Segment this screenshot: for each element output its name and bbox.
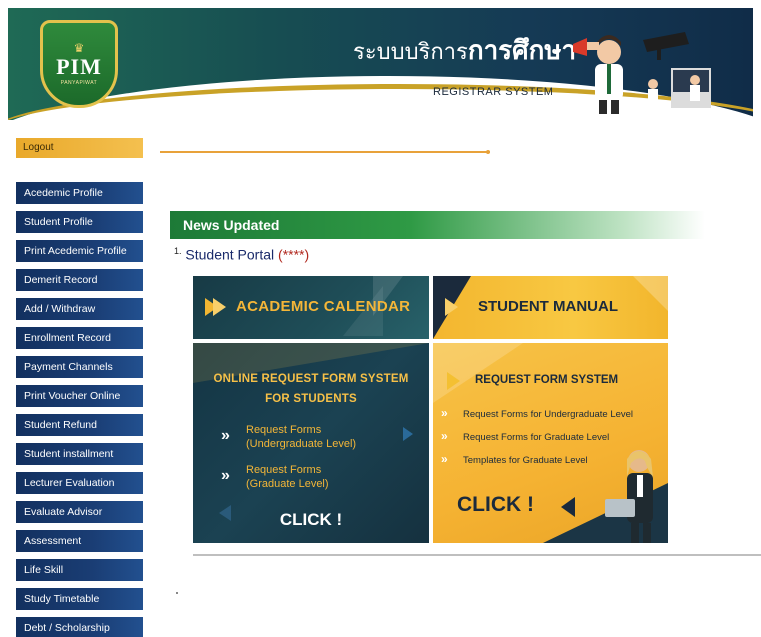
woman-with-laptop-illustration — [605, 450, 653, 543]
sidebar-item-life-skill[interactable]: Life Skill — [16, 559, 143, 581]
sidebar-item-demerit-record[interactable]: Demerit Record — [16, 269, 143, 291]
link-line: Request Forms — [246, 424, 322, 436]
sidebar-item-payment-channels[interactable]: Payment Channels — [16, 356, 143, 378]
play-arrow-icon — [445, 298, 458, 316]
sidebar-item-debt-scholarship[interactable]: Debt / Scholarship — [16, 617, 143, 637]
sidebar-item-evaluate-advisor[interactable]: Evaluate Advisor — [16, 501, 143, 523]
arrow-icon — [403, 427, 413, 441]
sidebar-item-student-profile[interactable]: Student Profile — [16, 211, 143, 233]
sidebar-item-assessment[interactable]: Assessment — [16, 530, 143, 552]
sidebar-item-lecturer-evaluation[interactable]: Lecturer Evaluation — [16, 472, 143, 494]
pim-logo[interactable]: ♛ PIM PANYAPIWAT — [40, 20, 118, 108]
news-item: 1. Student Portal (****) — [174, 246, 309, 263]
news-updated-heading: News Updated — [170, 211, 705, 239]
decor-triangle — [633, 276, 668, 311]
header-divider-line — [160, 151, 490, 153]
double-chevron-icon: » — [441, 406, 448, 420]
title-thai-prefix: ระบบบริการ — [353, 39, 468, 64]
system-title-thai: ระบบบริการการศึกษา — [353, 30, 576, 71]
sidebar-menu: Acedemic Profile Student Profile Print A… — [16, 182, 143, 637]
system-title-english: REGISTRAR SYSTEM — [433, 86, 554, 98]
stray-dot — [176, 592, 178, 594]
student-portal-link[interactable]: Student Portal — [185, 247, 274, 263]
request-forms-graduate-level-link[interactable]: Request Forms for Graduate Level — [463, 432, 609, 443]
logout-button[interactable]: Logout — [16, 138, 143, 158]
news-item-rating: (****) — [278, 246, 310, 263]
sidebar-item-academic-profile[interactable]: Acedemic Profile — [16, 182, 143, 204]
online-form-title-line2: FOR STUDENTS — [265, 393, 357, 405]
sidebar-item-student-installment[interactable]: Student installment — [16, 443, 143, 465]
academic-calendar-label: ACADEMIC CALENDAR — [236, 298, 411, 315]
double-chevron-icon: » — [441, 429, 448, 443]
request-form-click-button[interactable]: CLICK ! — [457, 493, 534, 517]
sidebar-item-add-withdraw[interactable]: Add / Withdraw — [16, 298, 143, 320]
double-chevron-icon: » — [441, 452, 448, 466]
logo-subtext: PANYAPIWAT — [60, 80, 98, 86]
sidebar-item-student-refund[interactable]: Student Refund — [16, 414, 143, 436]
double-chevron-icon: » — [221, 467, 230, 484]
divider-dot — [486, 150, 490, 154]
graduate-mascot-illustration — [573, 32, 711, 114]
online-form-title-line1: ONLINE REQUEST FORM SYSTEM — [213, 373, 409, 385]
sidebar-item-enrollment-record[interactable]: Enrollment Record — [16, 327, 143, 349]
news-item-number: 1. — [174, 246, 182, 256]
sidebar-item-print-academic-profile[interactable]: Print Acedemic Profile — [16, 240, 143, 262]
templates-graduate-level-link[interactable]: Templates for Graduate Level — [463, 455, 588, 466]
request-form-system-tile[interactable]: REQUEST FORM SYSTEM » Request Forms for … — [433, 343, 668, 543]
content-divider — [193, 554, 761, 556]
request-forms-undergraduate-link[interactable]: Request Forms (Undergraduate Level) — [246, 423, 356, 451]
sidebar-item-print-voucher-online[interactable]: Print Voucher Online — [16, 385, 143, 407]
crown-icon: ♛ — [73, 41, 85, 55]
logo-text: PIM — [56, 54, 102, 79]
pointer-arrow-icon — [561, 497, 575, 517]
request-forms-undergraduate-level-link[interactable]: Request Forms for Undergraduate Level — [463, 409, 633, 420]
online-form-click-button[interactable]: CLICK ! — [193, 510, 429, 530]
student-manual-tile[interactable]: STUDENT MANUAL — [433, 276, 668, 339]
title-thai-main: การศึกษา — [467, 35, 577, 65]
link-line: Request Forms — [246, 464, 322, 476]
link-line: (Undergraduate Level) — [246, 438, 357, 450]
academic-calendar-tile[interactable]: ACADEMIC CALENDAR — [193, 276, 429, 339]
student-manual-label: STUDENT MANUAL — [478, 298, 618, 315]
online-request-form-tile[interactable]: ONLINE REQUEST FORM SYSTEM FOR STUDENTS … — [193, 343, 429, 543]
double-chevron-icon: » — [221, 427, 230, 444]
play-arrow-icon — [213, 298, 226, 316]
sidebar-item-study-timetable[interactable]: Study Timetable — [16, 588, 143, 610]
request-forms-graduate-link[interactable]: Request Forms (Graduate Level) — [246, 463, 329, 491]
link-line: (Graduate Level) — [246, 478, 329, 490]
request-form-system-title: REQUEST FORM SYSTEM — [475, 374, 619, 386]
header-banner: ♛ PIM PANYAPIWAT ระบบบริการการศึกษา REGI… — [8, 8, 753, 120]
play-arrow-icon — [447, 372, 460, 390]
